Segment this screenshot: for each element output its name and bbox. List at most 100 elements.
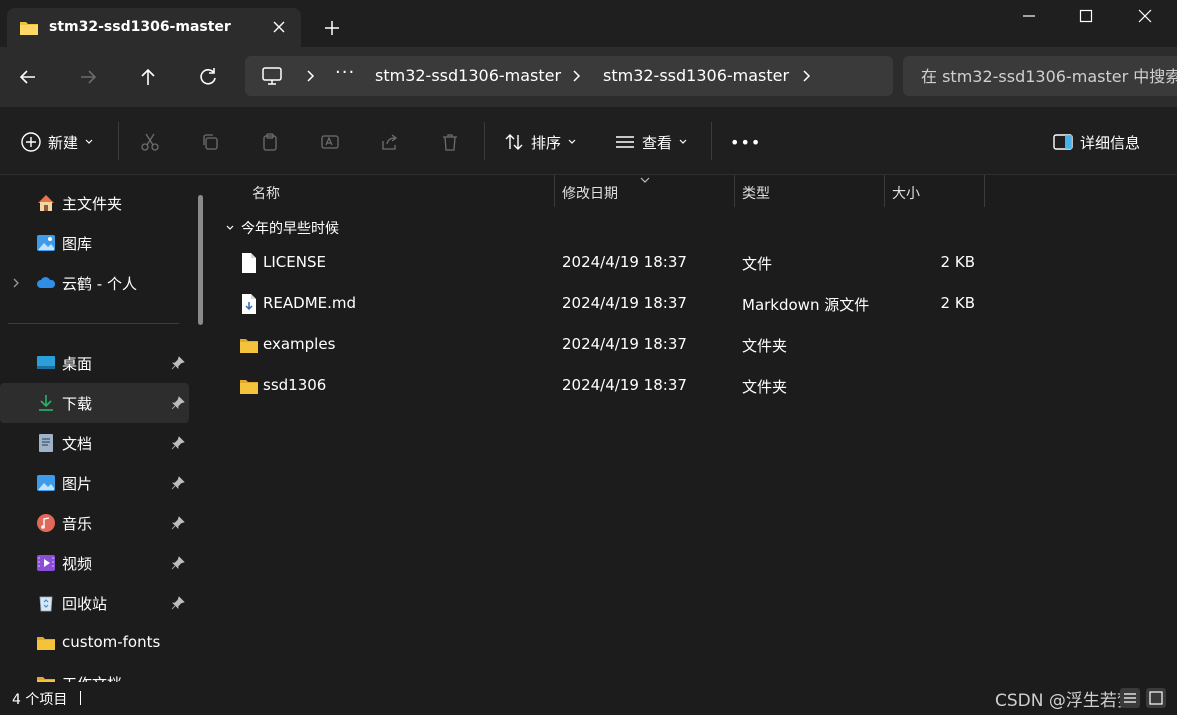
home-icon bbox=[38, 195, 54, 211]
sidebar-item-pictures[interactable]: 图片 bbox=[0, 463, 189, 503]
sidebar-scrollbar[interactable] bbox=[198, 195, 203, 325]
file-size: 2 KB bbox=[940, 294, 975, 312]
pin-icon[interactable] bbox=[170, 555, 186, 571]
pin-icon[interactable] bbox=[170, 435, 186, 451]
file-row[interactable]: ssd1306 2024/4/19 18:37 文件夹 bbox=[215, 366, 1177, 406]
sidebar-item-work-docs[interactable]: 工作文档 bbox=[0, 663, 189, 682]
column-header-date[interactable]: 修改日期 bbox=[562, 183, 618, 203]
refresh-icon[interactable] bbox=[195, 64, 221, 90]
cut-button[interactable] bbox=[140, 129, 160, 155]
documents-icon bbox=[39, 434, 53, 452]
pin-icon[interactable] bbox=[170, 595, 186, 611]
maximize-icon[interactable] bbox=[1076, 6, 1096, 26]
back-icon[interactable] bbox=[15, 64, 41, 90]
delete-button[interactable] bbox=[440, 129, 460, 155]
column-header-row: 名称 修改日期 类型 大小 bbox=[215, 175, 1177, 207]
sidebar-item-label: 下载 bbox=[62, 395, 93, 413]
sidebar-item-label: 桌面 bbox=[62, 355, 93, 373]
navigation-pane: 主文件夹 图库 云鹤 - 个人 桌面 下载 文档 图片 音乐 视频 回收站 cu… bbox=[0, 175, 213, 682]
details-view-icon[interactable] bbox=[1120, 688, 1140, 708]
column-divider[interactable] bbox=[984, 175, 985, 207]
item-count: 4 个项目 bbox=[12, 692, 68, 708]
sidebar-item-label: 云鹤 - 个人 bbox=[62, 275, 137, 293]
desktop-icon bbox=[37, 356, 55, 369]
group-header[interactable]: 今年的早些时候 bbox=[225, 218, 339, 238]
details-pane-button[interactable]: 详细信息 bbox=[1052, 129, 1140, 155]
group-label: 今年的早些时候 bbox=[241, 221, 339, 237]
column-divider[interactable] bbox=[884, 175, 885, 207]
copy-button[interactable] bbox=[200, 129, 220, 155]
search-input[interactable] bbox=[903, 56, 1177, 96]
more-options-button[interactable]: ••• bbox=[730, 129, 761, 155]
toolbar-divider bbox=[484, 122, 485, 160]
chevron-right-icon[interactable] bbox=[569, 68, 583, 84]
view-button[interactable]: 查看 bbox=[614, 129, 688, 155]
column-header-name[interactable]: 名称 bbox=[252, 183, 280, 203]
folder-icon bbox=[20, 22, 38, 35]
file-icon bbox=[242, 253, 256, 273]
column-header-size[interactable]: 大小 bbox=[892, 183, 920, 203]
file-row[interactable]: examples 2024/4/19 18:37 文件夹 bbox=[215, 325, 1177, 365]
sidebar-item-home[interactable]: 主文件夹 bbox=[0, 183, 189, 223]
pin-icon[interactable] bbox=[170, 355, 186, 371]
sidebar-item-recycle-bin[interactable]: 回收站 bbox=[0, 583, 189, 623]
hidden-path-ellipsis[interactable]: ··· bbox=[335, 62, 355, 83]
pin-icon[interactable] bbox=[170, 475, 186, 491]
tiles-view-icon[interactable] bbox=[1146, 688, 1166, 708]
title-bar: stm32-ssd1306-master bbox=[0, 0, 1177, 48]
more-options-label: ••• bbox=[730, 132, 762, 152]
file-row[interactable]: README.md 2024/4/19 18:37 Markdown 源文件 2… bbox=[215, 284, 1177, 324]
minimize-icon[interactable] bbox=[1019, 6, 1039, 26]
chevron-right-icon[interactable] bbox=[10, 276, 22, 290]
sidebar-item-documents[interactable]: 文档 bbox=[0, 423, 189, 463]
rename-icon bbox=[321, 135, 339, 149]
close-window-icon[interactable] bbox=[1135, 6, 1155, 26]
breadcrumb-item[interactable]: stm32-ssd1306-master bbox=[603, 66, 789, 85]
sidebar-item-onedrive[interactable]: 云鹤 - 个人 bbox=[0, 263, 189, 303]
status-separator bbox=[80, 691, 81, 705]
column-divider[interactable] bbox=[734, 175, 735, 207]
sidebar-item-music[interactable]: 音乐 bbox=[0, 503, 189, 543]
close-tab-icon[interactable] bbox=[271, 19, 287, 35]
copy-icon bbox=[203, 134, 218, 150]
new-button[interactable]: 新建 bbox=[20, 129, 94, 155]
new-button-label: 新建 bbox=[48, 133, 79, 152]
sidebar-item-videos[interactable]: 视频 bbox=[0, 543, 189, 583]
tab-title: stm32-ssd1306-master bbox=[49, 19, 231, 35]
up-icon[interactable] bbox=[135, 64, 161, 90]
videos-icon bbox=[37, 555, 55, 571]
rename-button[interactable] bbox=[320, 129, 340, 155]
markdown-file-icon bbox=[242, 294, 256, 314]
breadcrumb-item[interactable]: stm32-ssd1306-master bbox=[375, 66, 561, 85]
forward-icon[interactable] bbox=[75, 64, 101, 90]
gallery-icon bbox=[37, 235, 55, 251]
chevron-down-icon bbox=[679, 139, 687, 144]
new-tab-icon[interactable] bbox=[322, 18, 342, 38]
tab-current[interactable]: stm32-ssd1306-master bbox=[7, 8, 301, 48]
details-pane-icon bbox=[1053, 134, 1073, 150]
share-button[interactable] bbox=[380, 129, 400, 155]
chevron-right-icon[interactable] bbox=[799, 68, 813, 84]
sidebar-item-label: 文档 bbox=[62, 435, 93, 453]
file-row[interactable]: LICENSE 2024/4/19 18:37 文件 2 KB bbox=[215, 243, 1177, 283]
column-header-type[interactable]: 类型 bbox=[742, 183, 770, 203]
search-box[interactable] bbox=[903, 56, 1177, 96]
sort-button[interactable]: 排序 bbox=[503, 129, 577, 155]
chevron-down-icon bbox=[226, 225, 234, 230]
file-type: Markdown 源文件 bbox=[742, 296, 870, 314]
column-divider[interactable] bbox=[554, 175, 555, 207]
paste-button[interactable] bbox=[260, 129, 280, 155]
pin-icon[interactable] bbox=[170, 515, 186, 531]
sidebar-item-custom-fonts[interactable]: custom-fonts bbox=[0, 623, 189, 663]
music-icon bbox=[37, 514, 55, 532]
pin-icon[interactable] bbox=[170, 395, 186, 411]
sidebar-item-gallery[interactable]: 图库 bbox=[0, 223, 189, 263]
sidebar-item-desktop[interactable]: 桌面 bbox=[0, 343, 189, 383]
status-bar: 4 个项目 CSDN @浮生若梦 bbox=[0, 682, 1177, 715]
sidebar-item-downloads[interactable]: 下载 bbox=[0, 383, 189, 423]
chevron-right-icon[interactable] bbox=[303, 68, 317, 84]
address-bar[interactable]: ··· stm32-ssd1306-master stm32-ssd1306-m… bbox=[245, 56, 893, 96]
scissors-icon bbox=[141, 133, 159, 151]
recycle-bin-icon bbox=[39, 596, 53, 612]
file-type: 文件夹 bbox=[742, 337, 788, 355]
